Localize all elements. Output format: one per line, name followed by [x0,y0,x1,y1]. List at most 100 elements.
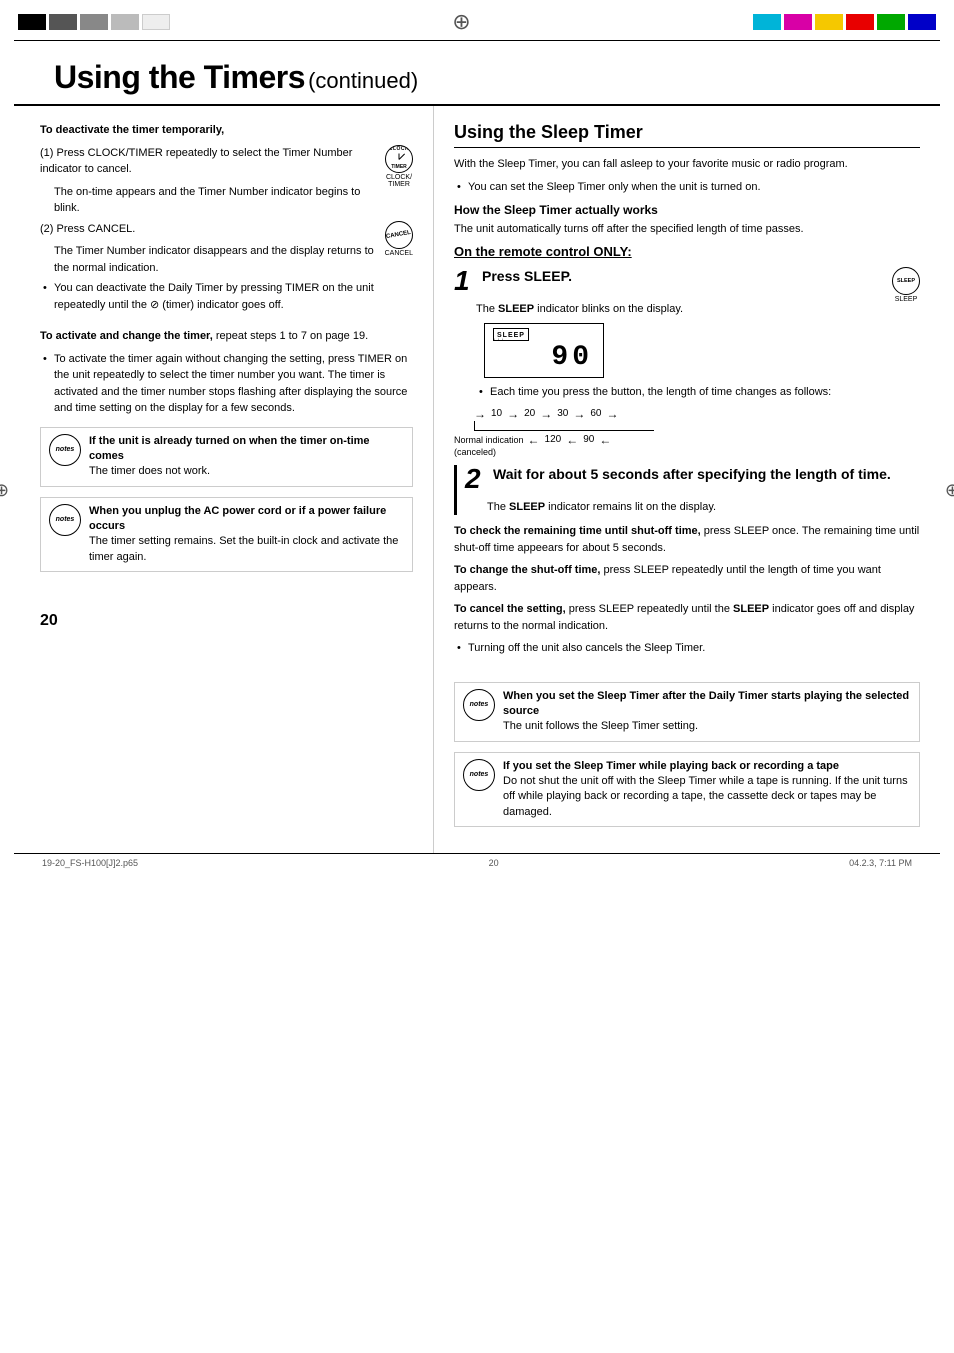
activate-title-para: To activate and change the timer, repeat… [40,328,413,345]
step2-heading-text: Wait for about 5 seconds after specifyin… [493,465,920,485]
color-swatch-cyan [753,14,781,30]
cancel-symbol: CANCEL [386,229,412,239]
crosshair-icon: ⊕ [452,9,470,35]
color-swatch-darkgray [49,14,77,30]
page-number: 20 [40,612,413,630]
content-area: ⊕ To deactivate the timer temporarily, C… [14,106,940,853]
step1-text: (1) Press CLOCK/TIMER repeatedly to sele… [40,145,413,178]
left-color-bar [18,14,170,30]
note2-content: When you unplug the AC power cord or if … [89,504,404,566]
seq-top-row: → 10 → 20 → 30 → 60 → [474,407,920,421]
arr-b3: ← [599,433,611,447]
center-registration-mark: ⊕ [447,7,477,37]
how-title: How the Sleep Timer actually works [454,203,920,217]
clock-label: CLOCK [389,147,409,153]
color-swatch-lightgray [111,14,139,30]
step2-body: The SLEEP indicator remains lit on the d… [487,499,920,516]
step1-body: The SLEEP indicator blinks on the displa… [476,301,920,318]
notes-icon-3: notes [463,689,495,721]
arr-start: → [474,407,486,421]
right-color-bar [753,14,936,30]
sleep-label-icon: SLEEP [897,278,915,284]
note4-body: Do not shut the unit off with the Sleep … [503,774,911,820]
notes-label-4: notes [470,771,489,778]
display-digits: 90 [551,342,593,373]
note1-title: If the unit is already turned on when th… [89,434,404,465]
note3-body: The unit follows the Sleep Timer setting… [503,719,911,734]
seq-10: 10 [491,408,502,419]
normal-indication-label: Normal indication [454,435,524,445]
arr-b2: ← [566,433,578,447]
note4-content: If you set the Sleep Timer while playing… [503,759,911,821]
footer-center: 20 [489,858,499,868]
left-column: ⊕ To deactivate the timer temporarily, C… [14,106,434,853]
color-swatch-white [142,14,170,30]
footer: 19-20_FS-H100[J]2.p65 20 04.2.3, 7:11 PM [14,854,940,872]
note-box-3: notes When you set the Sleep Timer after… [454,682,920,742]
arr-4: → [607,407,619,421]
note2-title: When you unplug the AC power cord or if … [89,504,404,535]
page-title-section: Using the Timers (continued) [14,41,940,106]
canceled-label: (canceled) [454,447,920,457]
arr-2: → [540,407,552,421]
arr-b1: ← [528,433,540,447]
page-title: Using the Timers [54,59,305,95]
note1-content: If the unit is already turned on when th… [89,434,404,480]
change-title: To change the shut-off time, [454,564,600,576]
note3-title: When you set the Sleep Timer after the D… [503,689,911,720]
step2-text: (2) Press CANCEL. [40,221,413,238]
seq-60: 60 [590,408,601,419]
check-remaining: To check the remaining time until shut-o… [454,523,920,556]
color-swatch-black [18,14,46,30]
footer-right: 04.2.3, 7:11 PM [849,858,912,868]
bullet-each-time: Each time you press the button, the leng… [476,384,920,401]
notes-label-2: notes [56,516,75,523]
sleep-bullet1: You can set the Sleep Timer only when th… [454,179,920,196]
activate-suffix: repeat steps 1 to 7 on page 19. [213,330,368,342]
note3-content: When you set the Sleep Timer after the D… [503,689,911,735]
cancel-circle: CANCEL [385,221,413,249]
deactivate-step2: CANCEL CANCEL (2) Press CANCEL. The Time… [40,221,413,277]
color-swatch-blue [908,14,936,30]
check-title: To check the remaining time until shut-o… [454,525,701,537]
note2-body: The timer setting remains. Set the built… [89,534,404,565]
color-swatch-magenta [784,14,812,30]
step2-heading: 2 Wait for about 5 seconds after specify… [465,465,920,493]
sleep-section-title: Using the Sleep Timer [454,122,920,148]
deactivate-title: To deactivate the timer temporarily, [40,122,413,139]
color-swatch-green [877,14,905,30]
seq-120: 120 [545,434,562,445]
cancel-title: To cancel the setting, [454,603,566,615]
timer-label: TIMER [391,165,407,171]
right-column: ⊕ Using the Sleep Timer With the Sleep T… [434,106,940,853]
sleep-circle: SLEEP [892,267,920,295]
note-box-4: notes If you set the Sleep Timer while p… [454,752,920,828]
notes-icon-1: notes [49,434,81,466]
note1-body: The timer does not work. [89,464,404,479]
step2-number: 2 [465,465,487,493]
step1-heading-text: Press SLEEP. [482,267,882,287]
seq-90: 90 [583,434,594,445]
note4-title: If you set the Sleep Timer while playing… [503,759,911,774]
cancel-setting: To cancel the setting, press SLEEP repea… [454,601,920,634]
display-dots: · · · [493,336,504,343]
remote-only: On the remote control ONLY: [454,244,920,259]
change-shutoff: To change the shut-off time, press SLEEP… [454,562,920,595]
color-swatch-medgray [80,14,108,30]
arr-1: → [507,407,519,421]
top-registration-bar: ⊕ [0,0,954,40]
step1-heading: 1 Press SLEEP. [454,267,882,295]
cancel-icon: CANCEL CANCEL [385,221,413,257]
sleep-icon: SLEEP SLEEP [892,267,920,303]
clock-icon-circle: CLOCK TIMER [385,145,413,173]
sleep-display-diagram: SLEEP · · · 90 [484,323,604,378]
step2-section: 2 Wait for about 5 seconds after specify… [454,465,920,516]
how-body: The unit automatically turns off after t… [454,221,920,238]
note-box-2: notes When you unplug the AC power cord … [40,497,413,573]
cancel-text: CANCEL [385,250,413,257]
step1-number: 1 [454,267,476,295]
cancel-bullet: Turning off the unit also cancels the Sl… [454,640,920,657]
notes-label-1: notes [56,446,75,453]
step1-sub: The on-time appears and the Timer Number… [54,184,413,217]
deactivate-step1: CLOCK TIMER CLOCK/TIMER (1) Press CLOCK/… [40,145,413,217]
